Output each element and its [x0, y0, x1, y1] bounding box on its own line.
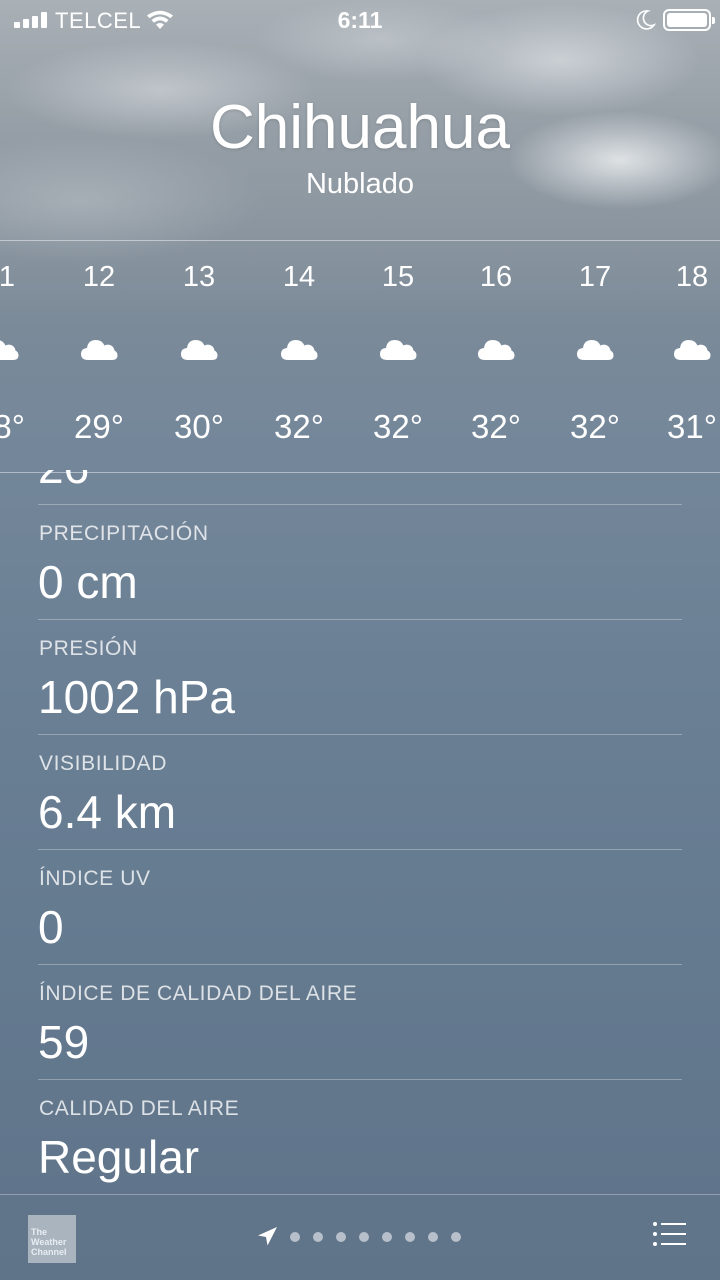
hourly-item: 18 31°	[642, 241, 720, 472]
page-dot[interactable]	[405, 1232, 415, 1242]
page-dot[interactable]	[336, 1232, 346, 1242]
hour-label: 11	[0, 261, 16, 293]
hour-label: 14	[282, 261, 316, 293]
hourly-item: 11 28°	[0, 241, 50, 472]
hour-label: 13	[182, 261, 216, 293]
page-dot[interactable]	[313, 1232, 323, 1242]
detail-label: CALIDAD DEL AIRE	[39, 1097, 240, 1120]
weather-details-list[interactable]: PRECIPITACIÓN 0 cm PRESIÓN 1002 hPa VISI…	[38, 504, 682, 1194]
hourly-forecast[interactable]: 11 28° 12 29° 13 30° 14 32° 15 32° 16 32…	[0, 240, 720, 473]
page-dot[interactable]	[290, 1232, 300, 1242]
location-arrow-icon[interactable]	[256, 1226, 278, 1248]
hourly-item: 12 29°	[49, 241, 149, 472]
hour-label: 12	[82, 261, 116, 293]
list-icon[interactable]	[652, 1221, 686, 1247]
detail-label: ÍNDICE DE CALIDAD DEL AIRE	[39, 982, 358, 1005]
detail-value: Regular	[38, 1131, 200, 1183]
hourly-item: 14 32°	[249, 241, 349, 472]
detail-label: VISIBILIDAD	[39, 752, 167, 775]
detail-row-air-quality-index: ÍNDICE DE CALIDAD DEL AIRE 59	[38, 964, 682, 1079]
cloud-icon	[0, 340, 19, 360]
page-dot[interactable]	[359, 1232, 369, 1242]
hourly-item: 13 30°	[149, 241, 249, 472]
status-time: 6:11	[337, 7, 383, 33]
hour-temperature: 32°	[471, 408, 521, 445]
do-not-disturb-moon-icon	[636, 10, 656, 30]
weather-condition: Nublado	[305, 168, 415, 200]
hourly-item: 16 32°	[446, 241, 546, 472]
detail-label: PRECIPITACIÓN	[39, 522, 209, 545]
hourly-item: 15 32°	[348, 241, 448, 472]
detail-value: 59	[38, 1016, 90, 1068]
detail-row-air-quality: CALIDAD DEL AIRE Regular	[38, 1079, 682, 1194]
cloud-icon	[81, 340, 118, 360]
cloud-icon	[281, 340, 318, 360]
detail-value: 1002 hPa	[38, 671, 235, 723]
page-dot[interactable]	[451, 1232, 461, 1242]
page-dot[interactable]	[428, 1232, 438, 1242]
detail-value: 0 cm	[38, 556, 138, 608]
hour-label: 15	[381, 261, 415, 293]
detail-row-precipitation: PRECIPITACIÓN 0 cm	[38, 504, 682, 619]
hour-temperature: 32°	[274, 408, 324, 445]
detail-row-uv-index: ÍNDICE UV 0	[38, 849, 682, 964]
detail-label: PRESIÓN	[39, 637, 138, 660]
cloud-icon	[478, 340, 515, 360]
hourly-item: 17 32°	[545, 241, 645, 472]
hour-temperature: 28°	[0, 408, 25, 445]
bottom-toolbar: The Weather Channel	[0, 1194, 720, 1280]
hour-temperature: 29°	[74, 408, 124, 445]
detail-label: ÍNDICE UV	[39, 867, 151, 890]
hour-label: 17	[578, 261, 612, 293]
detail-value: 0	[38, 901, 64, 953]
cloud-icon	[380, 340, 417, 360]
cloud-icon	[577, 340, 614, 360]
hour-label: 16	[479, 261, 513, 293]
detail-value: 6.4 km	[38, 786, 177, 838]
battery-icon	[663, 9, 715, 31]
hour-temperature: 30°	[174, 408, 224, 445]
status-bar: TELCEL 6:11	[0, 0, 720, 40]
weather-channel-logo[interactable]: The Weather Channel	[28, 1215, 76, 1263]
cloud-icon	[181, 340, 218, 360]
cloud-icon	[674, 340, 711, 360]
hour-label: 18	[675, 261, 709, 293]
city-name: Chihuahua	[210, 93, 510, 162]
hour-temperature: 32°	[570, 408, 620, 445]
page-dot[interactable]	[382, 1232, 392, 1242]
detail-row-visibility: VISIBILIDAD 6.4 km	[38, 734, 682, 849]
hour-temperature: 31°	[667, 408, 717, 445]
detail-row-pressure: PRESIÓN 1002 hPa	[38, 619, 682, 734]
hour-temperature: 32°	[373, 408, 423, 445]
